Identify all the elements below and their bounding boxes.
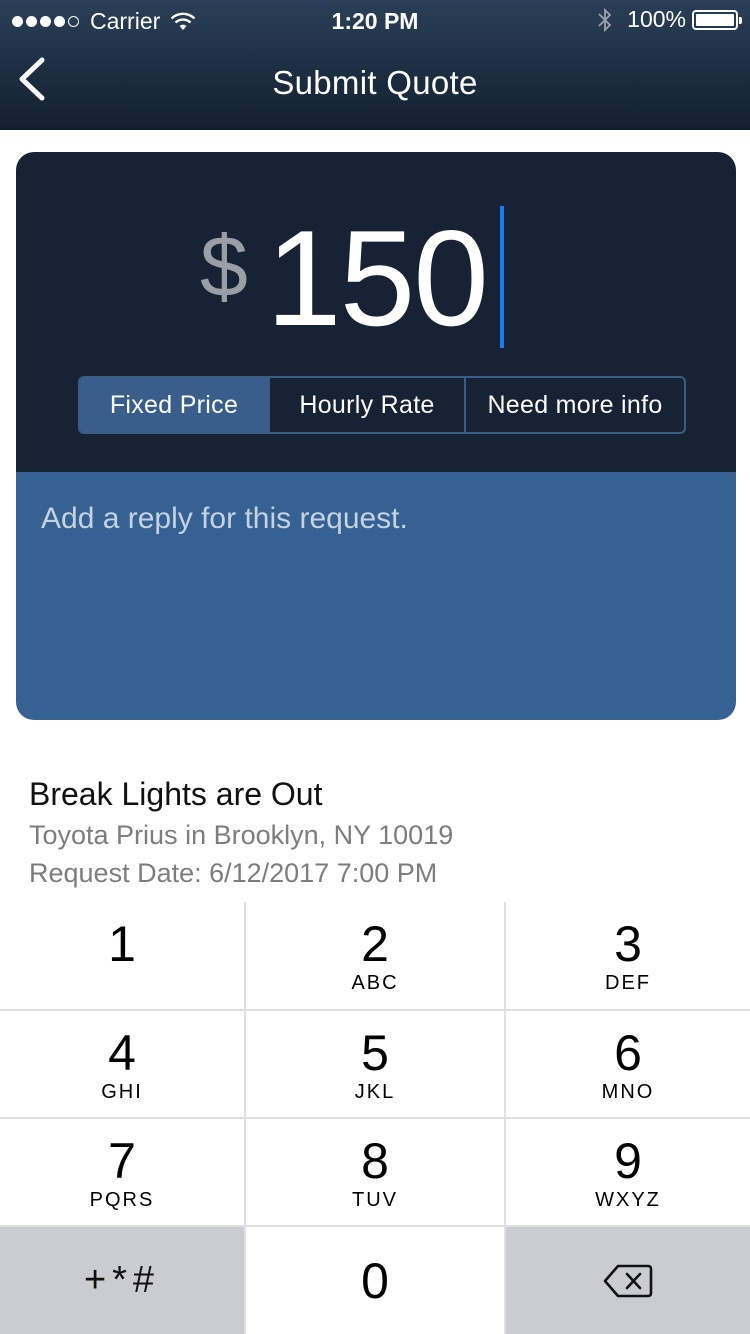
key-letters: JKL — [354, 1081, 396, 1103]
key-digit: 4 — [108, 1025, 136, 1081]
currency-symbol: $ — [200, 219, 248, 315]
backspace-icon — [603, 1264, 653, 1297]
key-1[interactable]: 1 — [0, 902, 244, 1009]
status-right: 100% — [597, 6, 742, 33]
key-8[interactable]: 8 TUV — [246, 1119, 504, 1225]
page-title: Submit Quote — [272, 64, 478, 101]
numeric-keypad: 1 2 ABC 3 DEF 4 GHI 5 JKL 6 MNO 7 PQRS 8… — [0, 902, 750, 1334]
key-digit: 0 — [361, 1253, 389, 1309]
key-digit: 3 — [614, 916, 642, 972]
request-vehicle-location: Toyota Prius in Brooklyn, NY 10019 — [29, 820, 454, 850]
status-bar: Carrier 1:20 PM 100% — [0, 0, 750, 40]
key-4[interactable]: 4 GHI — [0, 1011, 244, 1117]
bluetooth-icon — [598, 7, 612, 32]
request-title: Break Lights are Out — [29, 776, 323, 812]
symbols-label: +*# — [83, 1259, 161, 1301]
key-letters: MNO — [601, 1081, 655, 1103]
key-letters: DEF — [605, 972, 651, 994]
key-digit: 7 — [108, 1133, 136, 1189]
price-type-segmented-control: Fixed Price Hourly Rate Need more info — [78, 376, 686, 434]
key-3[interactable]: 3 DEF — [506, 902, 750, 1009]
price-panel: $ 150 Fixed Price Hourly Rate Need more … — [16, 152, 736, 472]
key-2[interactable]: 2 ABC — [246, 902, 504, 1009]
battery-icon — [692, 9, 742, 30]
text-caret — [500, 206, 504, 348]
key-5[interactable]: 5 JKL — [246, 1011, 504, 1117]
header: Carrier 1:20 PM 100% Submit Quote — [0, 0, 750, 130]
key-digit: 8 — [361, 1133, 389, 1189]
battery-percent: 100% — [627, 6, 686, 32]
segment-fixed-price[interactable]: Fixed Price — [80, 378, 268, 432]
segment-need-more-info[interactable]: Need more info — [464, 378, 684, 432]
request-date: Request Date: 6/12/2017 7:00 PM — [29, 858, 438, 888]
key-letters: TUV — [352, 1189, 398, 1211]
key-6[interactable]: 6 MNO — [506, 1011, 750, 1117]
key-digit: 1 — [108, 916, 136, 972]
key-0[interactable]: 0 — [246, 1227, 504, 1334]
key-letters: ABC — [351, 972, 399, 994]
key-digit: 6 — [614, 1025, 642, 1081]
quote-card: $ 150 Fixed Price Hourly Rate Need more … — [16, 152, 736, 720]
key-letters: PQRS — [89, 1189, 155, 1211]
amount-field[interactable]: $ 150 — [16, 200, 736, 360]
key-delete[interactable] — [506, 1227, 750, 1334]
reply-input[interactable] — [41, 502, 711, 536]
reply-area — [16, 472, 736, 720]
key-letters: GHI — [101, 1081, 143, 1103]
key-7[interactable]: 7 PQRS — [0, 1119, 244, 1225]
key-digit: 2 — [361, 916, 389, 972]
key-letters: WXYZ — [595, 1189, 661, 1211]
segment-hourly-rate[interactable]: Hourly Rate — [268, 378, 464, 432]
amount-value: 150 — [266, 202, 489, 354]
key-symbols[interactable]: +*# — [0, 1227, 244, 1334]
key-digit: 5 — [361, 1025, 389, 1081]
key-digit: 9 — [614, 1133, 642, 1189]
key-9[interactable]: 9 WXYZ — [506, 1119, 750, 1225]
